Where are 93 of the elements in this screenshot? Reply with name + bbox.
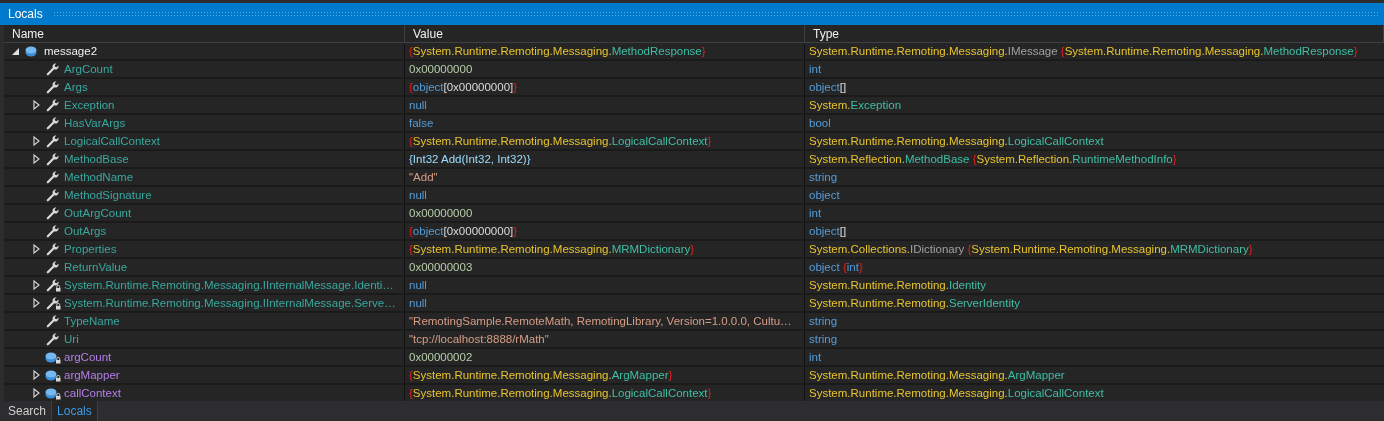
variable-name[interactable]: ArgCount bbox=[64, 63, 113, 75]
variable-type: object {int} bbox=[809, 261, 863, 273]
variable-name[interactable]: Exception bbox=[64, 99, 115, 111]
wrench-icon bbox=[45, 242, 61, 256]
wrench-icon bbox=[45, 224, 61, 238]
wrench-icon bbox=[45, 206, 61, 220]
variable-name[interactable]: message2 bbox=[44, 45, 98, 57]
wrench-icon bbox=[45, 98, 61, 112]
variable-type: bool bbox=[809, 117, 831, 129]
variable-value: "Add" bbox=[409, 171, 438, 183]
variable-value: {System.Runtime.Remoting.Messaging.LogicalCallContext} bbox=[409, 387, 712, 399]
variable-value: {System.Runtime.Remoting.Messaging.MethodResponse} bbox=[409, 45, 706, 57]
collapsed-arrow-icon[interactable] bbox=[30, 99, 42, 111]
variable-value: null bbox=[409, 99, 427, 111]
variable-value: 0x00000000 bbox=[409, 63, 473, 75]
variable-type: System.Runtime.Remoting.Messaging.LogicalCallContext bbox=[809, 135, 1104, 147]
variable-name[interactable]: ReturnValue bbox=[64, 261, 128, 273]
panel-tab[interactable]: Locals bbox=[51, 401, 98, 421]
variable-name[interactable]: argCount bbox=[64, 351, 112, 363]
variable-value: false bbox=[409, 117, 434, 129]
variable-type: System.Runtime.Remoting.Identity bbox=[809, 279, 987, 291]
wrench-icon bbox=[45, 188, 61, 202]
wrench-lock-icon bbox=[45, 278, 61, 292]
variable-name[interactable]: OutArgs bbox=[64, 225, 107, 237]
wrench-icon bbox=[45, 314, 61, 328]
variable-type: int bbox=[809, 63, 822, 75]
panel-title: Locals bbox=[8, 7, 43, 21]
collapsed-arrow-icon[interactable] bbox=[30, 279, 42, 291]
variable-name[interactable]: TypeName bbox=[64, 315, 120, 327]
collapsed-arrow-icon[interactable] bbox=[30, 297, 42, 309]
variable-value: "RemotingSample.RemoteMath, RemotingLibrary, Version=1.0.0.0, Cultu… bbox=[409, 315, 792, 327]
variable-name[interactable]: HasVarArgs bbox=[64, 117, 126, 129]
collapsed-arrow-icon[interactable] bbox=[30, 243, 42, 255]
variable-type: int bbox=[809, 207, 822, 219]
wrench-icon bbox=[45, 332, 61, 346]
variable-name[interactable]: MethodBase bbox=[64, 153, 129, 165]
variable-type: object[] bbox=[809, 81, 847, 93]
variable-value: 0x00000002 bbox=[409, 351, 473, 363]
variable-value: null bbox=[409, 297, 427, 309]
variable-name[interactable]: MethodName bbox=[64, 171, 134, 183]
wrench-icon bbox=[45, 260, 61, 274]
wrench-icon bbox=[45, 80, 61, 94]
variable-name[interactable]: System.Runtime.Remoting.Messaging.IInternalMessage.Identi… bbox=[64, 279, 394, 291]
variable-name[interactable]: LogicalCallContext bbox=[64, 135, 160, 147]
variable-value: {System.Runtime.Remoting.Messaging.ArgMapper} bbox=[409, 369, 673, 381]
variable-value: {Int32 Add(Int32, Int32)} bbox=[409, 153, 531, 165]
variable-value: {System.Runtime.Remoting.Messaging.LogicalCallContext} bbox=[409, 135, 712, 147]
variable-name[interactable]: Uri bbox=[64, 333, 79, 345]
cube-lock-icon bbox=[45, 350, 61, 364]
variable-type: int bbox=[809, 351, 822, 363]
variable-name[interactable]: Properties bbox=[64, 243, 117, 255]
column-header[interactable]: Value bbox=[405, 25, 805, 42]
wrench-lock-icon bbox=[45, 296, 61, 310]
variable-value: {System.Runtime.Remoting.Messaging.MRMDictionary} bbox=[409, 243, 695, 255]
cube-lock-icon bbox=[45, 386, 61, 400]
variable-type: string bbox=[809, 171, 838, 183]
collapsed-arrow-icon[interactable] bbox=[30, 153, 42, 165]
variable-value: {object[0x00000000]} bbox=[409, 225, 518, 237]
variable-name[interactable]: System.Runtime.Remoting.Messaging.IInternalMessage.Serve… bbox=[64, 297, 396, 309]
variable-type: System.Runtime.Remoting.Messaging.IMessage {System.Runtime.Remoting.Messaging.MethodResponse} bbox=[809, 45, 1358, 57]
variable-type: System.Runtime.Remoting.Messaging.LogicalCallContext bbox=[809, 387, 1104, 399]
variable-value: 0x00000000 bbox=[409, 207, 473, 219]
variable-value: {object[0x00000000]} bbox=[409, 81, 518, 93]
column-header[interactable]: Type bbox=[805, 25, 1384, 42]
variable-name[interactable]: OutArgCount bbox=[64, 207, 132, 219]
cube-lock-icon bbox=[45, 368, 61, 382]
panel-tab[interactable]: Search bbox=[3, 401, 52, 421]
collapsed-arrow-icon[interactable] bbox=[30, 369, 42, 381]
variable-name[interactable]: argMapper bbox=[64, 369, 120, 381]
collapsed-arrow-icon[interactable] bbox=[30, 135, 42, 147]
variable-value: null bbox=[409, 279, 427, 291]
variable-type: string bbox=[809, 333, 838, 345]
column-header[interactable]: Name bbox=[4, 25, 405, 42]
variable-type: System.Exception bbox=[809, 99, 902, 111]
variable-type: object[] bbox=[809, 225, 847, 237]
variable-value: 0x00000003 bbox=[409, 261, 473, 273]
variable-value: "tcp://localhost:8888/rMath" bbox=[409, 333, 549, 345]
variable-name[interactable]: MethodSignature bbox=[64, 189, 152, 201]
wrench-icon bbox=[45, 62, 61, 76]
variable-type: object bbox=[809, 189, 840, 201]
collapsed-arrow-icon[interactable] bbox=[30, 387, 42, 399]
variable-type: string bbox=[809, 315, 838, 327]
variable-name[interactable]: Args bbox=[64, 81, 88, 93]
wrench-icon bbox=[45, 134, 61, 148]
variable-type: System.Runtime.Remoting.Messaging.ArgMapper bbox=[809, 369, 1065, 381]
wrench-icon bbox=[45, 116, 61, 130]
wrench-icon bbox=[45, 170, 61, 184]
variable-value: null bbox=[409, 189, 427, 201]
wrench-icon bbox=[45, 152, 61, 166]
variable-type: System.Runtime.Remoting.ServerIdentity bbox=[809, 297, 1020, 309]
variable-type: System.Reflection.MethodBase {System.Reflection.RuntimeMethodInfo} bbox=[809, 153, 1177, 165]
variable-type: System.Collections.IDictionary {System.Runtime.Remoting.Messaging.MRMDictionary} bbox=[809, 243, 1253, 255]
variable-name[interactable]: callContext bbox=[64, 387, 121, 399]
